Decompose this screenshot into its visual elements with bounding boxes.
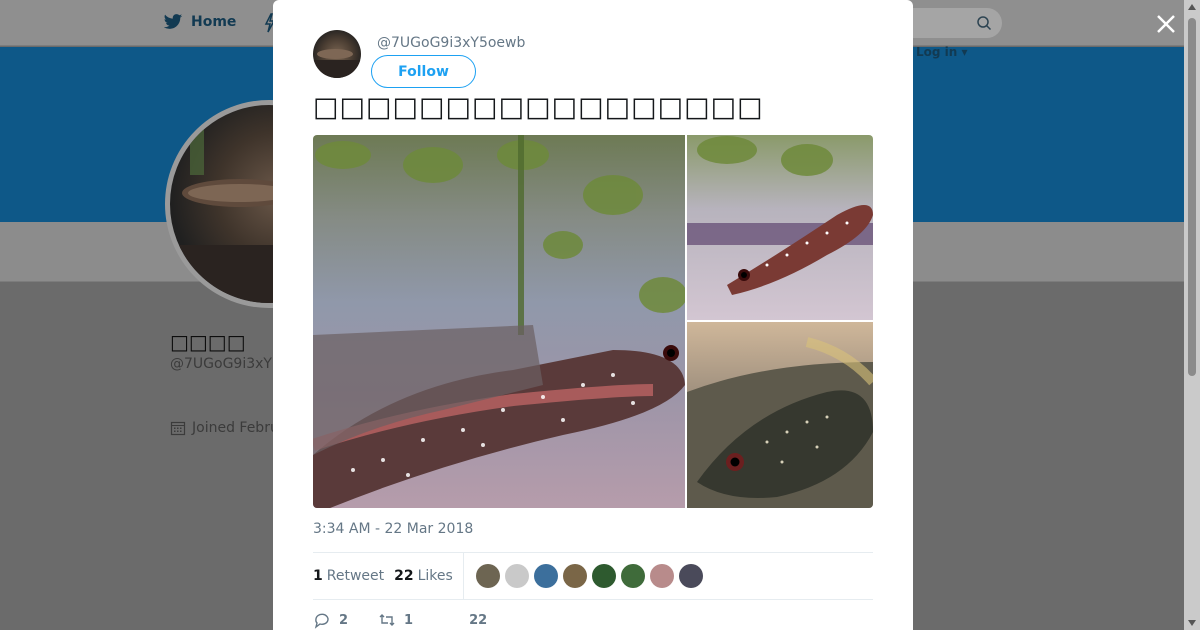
liker-avatar[interactable] bbox=[620, 564, 645, 588]
retweet-icon bbox=[379, 614, 395, 626]
likes-stat-label: Likes bbox=[417, 568, 453, 584]
reply-button[interactable]: 2 bbox=[313, 611, 348, 629]
scroll-up-icon[interactable] bbox=[1188, 4, 1196, 10]
liker-avatar[interactable] bbox=[504, 564, 529, 588]
liker-avatar[interactable] bbox=[533, 564, 558, 588]
likes-count: 22 bbox=[394, 568, 414, 584]
retweet-count: 1 bbox=[313, 568, 323, 584]
tweet-modal: @7UGoG9i3xY5oewb Follow □□□□□□□□□□□□□□□□… bbox=[273, 0, 913, 630]
nav-home-label: Home bbox=[191, 14, 237, 30]
liker-avatar[interactable] bbox=[591, 564, 616, 588]
likes-stat[interactable]: 22 Likes bbox=[394, 568, 453, 584]
tweet-timestamp[interactable]: 3:34 AM - 22 Mar 2018 bbox=[313, 521, 473, 537]
tweet-photo-1[interactable] bbox=[313, 135, 685, 508]
like-button[interactable]: 22 bbox=[443, 611, 487, 629]
heart-icon bbox=[444, 613, 460, 627]
retweet-button[interactable]: 1 bbox=[378, 611, 413, 629]
author-avatar-photo bbox=[313, 49, 361, 78]
scroll-down-icon[interactable] bbox=[1188, 620, 1196, 626]
tweet-photo-3[interactable] bbox=[687, 322, 873, 508]
tweet-media-grid bbox=[313, 135, 873, 508]
login-link[interactable]: Log in ▾ bbox=[916, 45, 968, 59]
profile-joined-label: Joined Febru bbox=[192, 420, 279, 436]
liker-avatars bbox=[475, 564, 703, 588]
calendar-icon bbox=[170, 421, 186, 436]
author-handle[interactable]: @7UGoG9i3xY5oewb bbox=[377, 35, 525, 51]
fish-photo-1 bbox=[313, 135, 685, 508]
twitter-bird-icon bbox=[163, 14, 183, 29]
liker-avatar[interactable] bbox=[678, 564, 703, 588]
reply-icon bbox=[314, 613, 329, 629]
profile-handle: @7UGoG9i3xY bbox=[170, 356, 272, 372]
like-action-count: 22 bbox=[469, 612, 488, 628]
liker-avatar[interactable] bbox=[562, 564, 587, 588]
author-avatar[interactable] bbox=[313, 30, 361, 78]
liker-avatar[interactable] bbox=[475, 564, 500, 588]
divider-bottom bbox=[313, 599, 873, 600]
tweet-photo-2[interactable] bbox=[687, 135, 873, 320]
reply-count: 2 bbox=[339, 612, 349, 628]
fish-photo-3 bbox=[687, 337, 873, 508]
follow-button[interactable]: Follow bbox=[371, 55, 476, 88]
tweet-text: □□□□□□□□□□□□□□□□□ bbox=[313, 92, 764, 123]
tweet-stats: 1 Retweet 22 Likes bbox=[313, 553, 873, 599]
retweet-stat-label: Retweet bbox=[326, 568, 385, 584]
page-scrollbar[interactable] bbox=[1184, 0, 1200, 630]
profile-name: □□□□ bbox=[170, 330, 246, 354]
search-icon bbox=[977, 16, 992, 31]
stats-separator bbox=[462, 553, 464, 599]
close-icon[interactable] bbox=[1152, 10, 1180, 38]
profile-joined: Joined Febru bbox=[170, 420, 279, 436]
nav-home-link[interactable]: Home bbox=[163, 12, 236, 32]
search-input[interactable] bbox=[898, 8, 1002, 38]
scrollbar-thumb[interactable] bbox=[1188, 18, 1196, 376]
fish-photo-2 bbox=[687, 136, 873, 295]
retweet-stat[interactable]: 1 Retweet bbox=[313, 568, 384, 584]
tweet-actions: 2 1 22 bbox=[313, 611, 517, 629]
liker-avatar[interactable] bbox=[649, 564, 674, 588]
retweet-action-count: 1 bbox=[404, 612, 414, 628]
